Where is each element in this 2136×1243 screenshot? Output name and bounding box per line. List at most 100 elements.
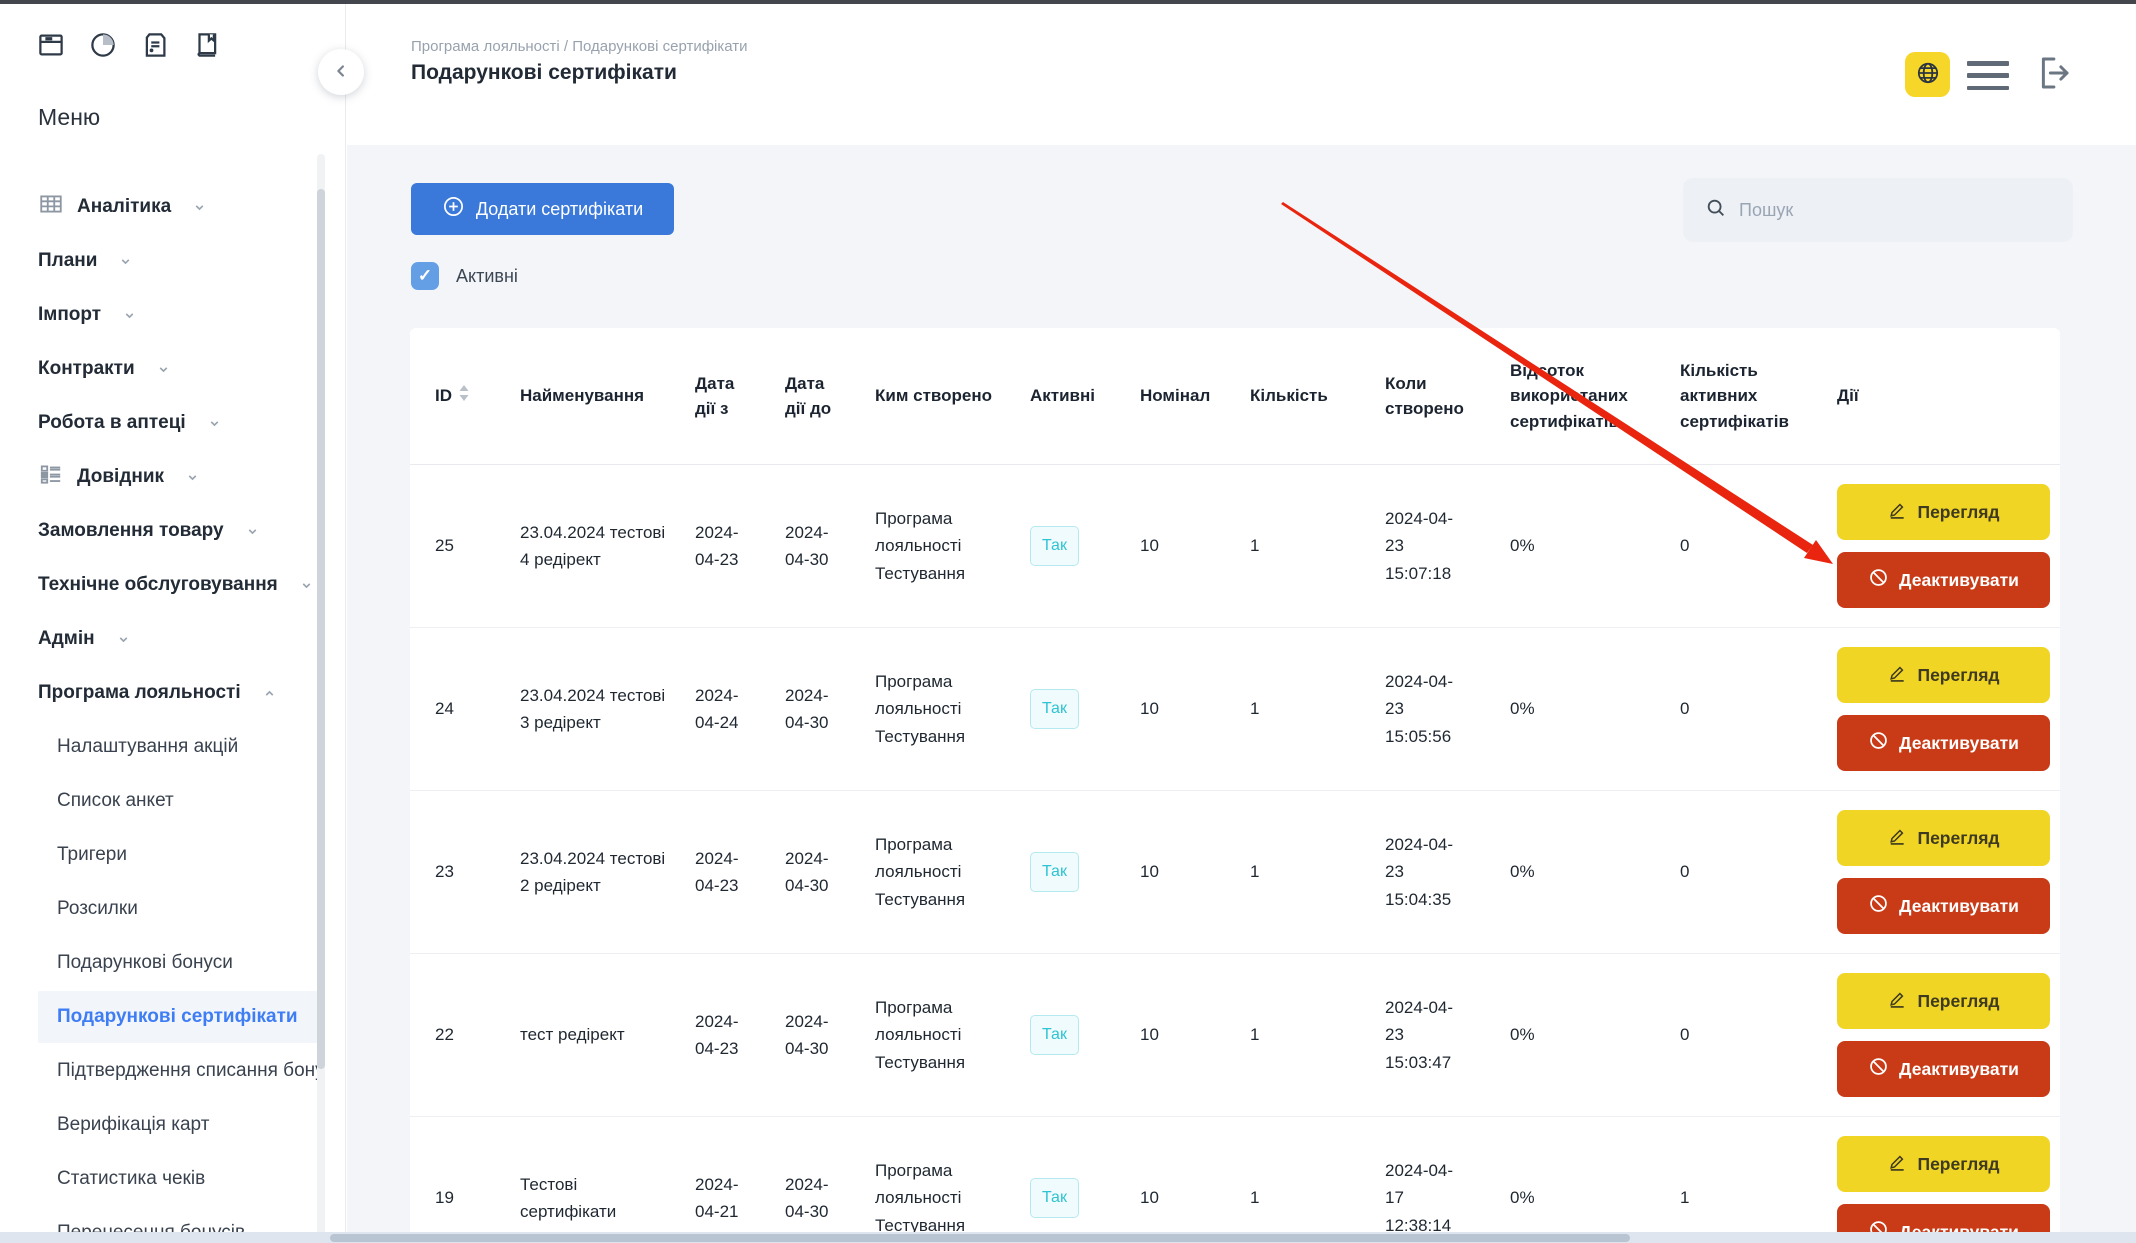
- cell-actions: Перегляд Деактивувати: [1837, 647, 2045, 771]
- cell-active: Так: [1030, 852, 1140, 892]
- logout-button[interactable]: [2031, 52, 2075, 96]
- menu-title: Меню: [38, 104, 100, 131]
- sidebar-scrollbar-thumb[interactable]: [317, 189, 325, 1069]
- sidebar-item-import[interactable]: Імпорт: [0, 288, 346, 342]
- sidebar-subitem-spysok-anket[interactable]: Список анкет: [0, 774, 346, 828]
- active-checkbox[interactable]: ✓: [411, 262, 439, 290]
- cell-date-to: 2024-04-30: [785, 1171, 875, 1225]
- chevron-down-icon: [123, 309, 136, 322]
- globe-icon: [1915, 60, 1941, 89]
- chevron-down-icon: [186, 471, 199, 484]
- table-grid-icon: [38, 191, 64, 223]
- deactivate-button[interactable]: Деактивувати: [1837, 715, 2050, 771]
- cell-used-percent: 0%: [1510, 532, 1680, 559]
- active-checkbox-label: Активні: [456, 266, 518, 287]
- certificates-table: ID Найменування Дата дії з Дата дії до К…: [410, 328, 2060, 1243]
- cell-used-percent: 0%: [1510, 858, 1680, 885]
- column-header-nominal: Номінал: [1140, 383, 1250, 409]
- language-button[interactable]: [1905, 52, 1950, 97]
- column-header-quantity: Кількість: [1250, 383, 1385, 409]
- add-certificates-button[interactable]: Додати сертифікати: [411, 183, 674, 235]
- cell-used-percent: 0%: [1510, 695, 1680, 722]
- cell-nominal: 10: [1140, 532, 1250, 559]
- view-button[interactable]: Перегляд: [1837, 810, 2050, 866]
- table-header-row: ID Найменування Дата дії з Дата дії до К…: [410, 328, 2060, 465]
- sidebar-item-kontrakty[interactable]: Контракти: [0, 342, 346, 396]
- cell-created-by: Програма лояльності Тестування: [875, 505, 1030, 587]
- sidebar-item-dovidnyk[interactable]: Довідник: [0, 450, 346, 504]
- cell-active-count: 0: [1680, 1021, 1837, 1048]
- cell-quantity: 1: [1250, 695, 1385, 722]
- column-header-active: Активні: [1030, 383, 1140, 409]
- cell-created-at: 2024-04-17 12:38:14: [1385, 1157, 1510, 1239]
- table-row: 22 тест редірект 2024-04-23 2024-04-30 П…: [410, 954, 2060, 1117]
- sidebar-item-admin[interactable]: Адмін: [0, 612, 346, 666]
- cell-name: Тестові сертифікати: [520, 1171, 695, 1225]
- sidebar-subitem-veryfikatsiia-kart[interactable]: Верифікація карт: [0, 1098, 346, 1152]
- sidebar-subitem-rozsylky[interactable]: Розсилки: [0, 882, 346, 936]
- cell-used-percent: 0%: [1510, 1184, 1680, 1211]
- pie-chart-icon[interactable]: [88, 30, 118, 65]
- sidebar-item-plany[interactable]: Плани: [0, 234, 346, 288]
- sidebar-subitem-tryhery[interactable]: Тригери: [0, 828, 346, 882]
- cell-name: 23.04.2024 тестові 4 редірект: [520, 519, 695, 573]
- sidebar-subitem-podarunkovi-bonusy[interactable]: Подарункові бонуси: [0, 936, 346, 990]
- deactivate-button[interactable]: Деактивувати: [1837, 552, 2050, 608]
- chevron-down-icon: [157, 363, 170, 376]
- sidebar-item-robota-v-aptetsi[interactable]: Робота в аптеці: [0, 396, 346, 450]
- column-header-active-count: Кількість активних сертифікатів: [1680, 358, 1837, 435]
- search-box: [1683, 178, 2073, 242]
- sidebar-subitem-statystyka-chekiv[interactable]: Статистика чеків: [0, 1152, 346, 1206]
- deactivate-button[interactable]: Деактивувати: [1837, 1041, 2050, 1097]
- sidebar-item-tekhnichne-obsluhovuvannia[interactable]: Технічне обслуговування: [0, 558, 346, 612]
- search-input[interactable]: [1739, 200, 2029, 221]
- column-header-id[interactable]: ID: [435, 383, 520, 409]
- sidebar-item-analitika[interactable]: Аналітика: [0, 180, 346, 234]
- file-text-icon[interactable]: [140, 30, 170, 65]
- cell-date-from: 2024-04-23: [695, 1008, 785, 1062]
- cell-active-count: 0: [1680, 695, 1837, 722]
- cell-date-from: 2024-04-24: [695, 682, 785, 736]
- status-badge: Так: [1030, 1178, 1079, 1218]
- horizontal-scrollbar-thumb[interactable]: [330, 1234, 1630, 1242]
- sidebar-item-prohrama-loialnosti[interactable]: Програма лояльності: [0, 666, 346, 720]
- cell-date-to: 2024-04-30: [785, 1008, 875, 1062]
- cell-name: 23.04.2024 тестові 3 редірект: [520, 682, 695, 736]
- cell-nominal: 10: [1140, 1184, 1250, 1211]
- main-area: Програма лояльності / Подарункові сертиф…: [347, 4, 2136, 1243]
- cell-created-by: Програма лояльності Тестування: [875, 668, 1030, 750]
- sidebar-subitem-pidtverdzhennia-spysannia[interactable]: Підтвердження списання бону...: [0, 1044, 346, 1098]
- list-icon: [38, 461, 64, 493]
- sidebar-quick-icons: [36, 30, 222, 65]
- prohibition-icon: [1868, 567, 1889, 593]
- view-button[interactable]: Перегляд: [1837, 647, 2050, 703]
- window-top-border: [0, 0, 2136, 4]
- sidebar-collapse-button[interactable]: [318, 49, 364, 95]
- column-header-name: Найменування: [520, 383, 695, 409]
- column-header-date-from: Дата дії з: [695, 371, 785, 422]
- drawer-icon[interactable]: [36, 30, 66, 65]
- sidebar-nav: Аналітика Плани Імпорт Контракти Робота …: [0, 180, 346, 1243]
- sidebar-item-zamovlennia-tovaru[interactable]: Замовлення товару: [0, 504, 346, 558]
- view-button[interactable]: Перегляд: [1837, 1136, 2050, 1192]
- edit-icon: [1887, 500, 1907, 525]
- sort-icon[interactable]: [459, 383, 469, 409]
- cell-name: 23.04.2024 тестові 2 редірект: [520, 845, 695, 899]
- cell-created-by: Програма лояльності Тестування: [875, 994, 1030, 1076]
- view-button[interactable]: Перегляд: [1837, 484, 2050, 540]
- sidebar-scrollbar[interactable]: [317, 154, 325, 1243]
- chevron-down-icon: [117, 633, 130, 646]
- sidebar-subitem-podarunkovi-sertyfikaty[interactable]: Подарункові сертифікати: [0, 990, 346, 1044]
- chevron-down-icon: [208, 417, 221, 430]
- deactivate-button[interactable]: Деактивувати: [1837, 878, 2050, 934]
- column-header-actions: Дії: [1837, 383, 2045, 409]
- horizontal-scrollbar[interactable]: [0, 1232, 2136, 1243]
- chevron-down-icon: [246, 525, 259, 538]
- sidebar-subitem-nalashtuvannia-aktsii[interactable]: Налаштування акцій: [0, 720, 346, 774]
- cell-actions: Перегляд Деактивувати: [1837, 973, 2045, 1097]
- plus-circle-icon: [442, 195, 465, 223]
- view-button[interactable]: Перегляд: [1837, 973, 2050, 1029]
- hamburger-menu-button[interactable]: [1967, 61, 2009, 90]
- book-icon[interactable]: [192, 30, 222, 65]
- cell-created-at: 2024-04-23 15:03:47: [1385, 994, 1510, 1076]
